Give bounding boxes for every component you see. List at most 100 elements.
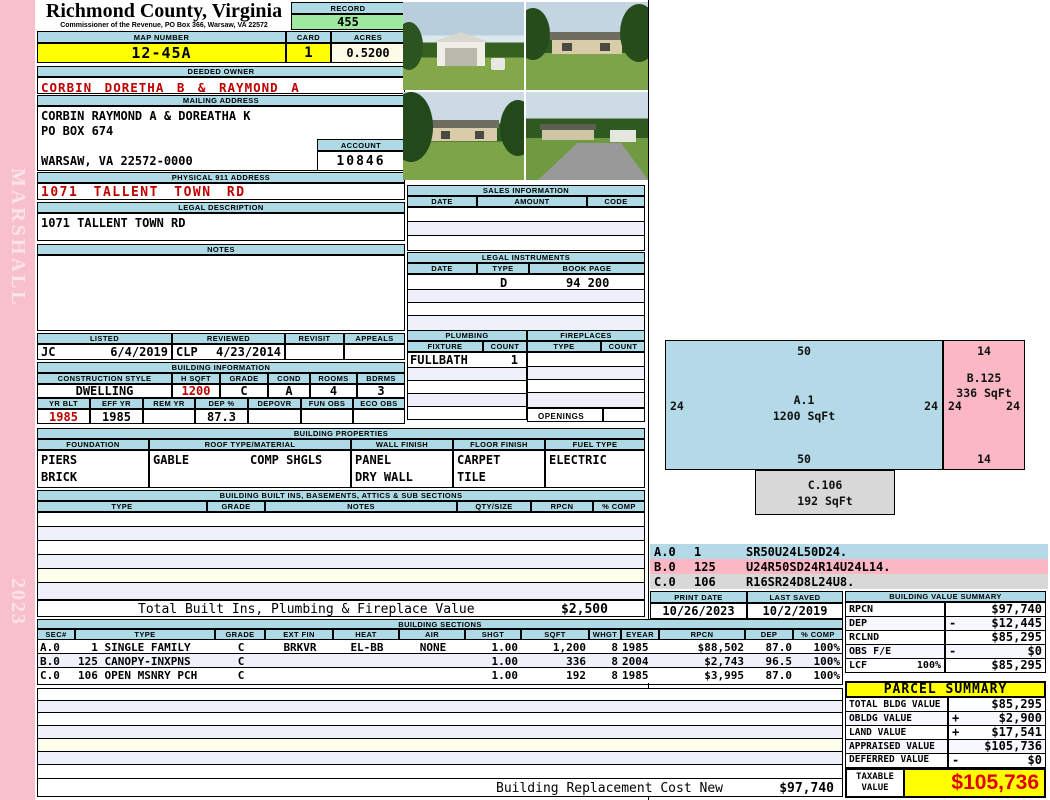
empty-row (38, 527, 644, 541)
empty-row (408, 208, 644, 222)
parcel-op: + (952, 711, 960, 725)
bvs-label-cell: RPCN (846, 603, 946, 616)
notes-field[interactable] (37, 255, 405, 331)
bs-eyear: 2004 (622, 654, 649, 668)
sketch-code-b-num: 125 (694, 559, 716, 574)
sketch-b-sqft: 336 SqFt (956, 386, 1012, 400)
bvs-value-cell: - $12,445 (946, 617, 1045, 630)
account-field[interactable]: 10846 (317, 151, 405, 171)
county-title-block: Richmond County, Virginia Commissioner o… (37, 1, 291, 31)
sketch-code-row-a: A.0 1 SR50U24L50D24. (650, 544, 1048, 559)
legal-instrument-row: D 94 200 (408, 275, 644, 290)
bs-air: NONE (419, 640, 447, 654)
sales-information-title: SALES INFORMATION (407, 185, 645, 196)
bs-col-sqft: SQFT (521, 629, 589, 640)
bs-dep: 96.5 (765, 654, 793, 668)
sketch-code-a-sec: A.0 (654, 544, 676, 559)
bvs-row: LCF 100% $85,295 (846, 659, 1045, 672)
account-header: ACCOUNT (317, 139, 405, 151)
empty-row (528, 393, 644, 407)
effyr-header: EFF YR (90, 398, 143, 409)
parcel-op: - (952, 753, 960, 767)
fuel-type-header: FUEL TYPE (545, 439, 645, 450)
parcel-summary-table: TOTAL BLDG VALUE $85,295 OBLDG VALUE + $2… (845, 698, 1046, 768)
record-field[interactable]: 455 (291, 14, 405, 30)
map-number-field[interactable]: 12-45A (37, 43, 286, 63)
bvs-label: RCLND (849, 632, 880, 643)
building-sections-title: BUILDING SECTIONS (37, 619, 843, 629)
empty-row (408, 290, 644, 303)
yrblt-value: 1985 (37, 409, 90, 424)
footer-value: $97,740 (779, 781, 834, 796)
revisit-cell (285, 344, 344, 360)
empty-row (38, 713, 842, 726)
sketch-code-c-sec: C.0 (654, 574, 676, 589)
bs-heat (334, 654, 400, 668)
parcel-value-cell: + $17,541 (949, 726, 1045, 739)
bs-heat: EL-BB (350, 640, 384, 654)
bvs-value: $97,740 (991, 602, 1042, 616)
building-section-row: A.0 1 SINGLE FAMILY C BRKVR EL-BB NONE 1… (38, 640, 842, 654)
dep-pct-header: DEP % (195, 398, 248, 409)
bs-air (400, 654, 466, 668)
empty-row (38, 726, 842, 739)
bs-extfin (266, 654, 334, 668)
parcel-row: APPRAISED VALUE $105,736 (846, 740, 1045, 754)
bvs-value: $0 (1027, 644, 1042, 658)
empty-row (38, 583, 644, 599)
parcel-row: LAND VALUE + $17,541 (846, 726, 1045, 740)
parcel-value-cell: + $2,900 (949, 712, 1045, 725)
bs-shgt: 1.00 (491, 668, 519, 682)
parcel-value: $2,900 (998, 711, 1042, 725)
legal-description-value: 1071 TALLENT TOWN RD (41, 216, 186, 230)
sales-col-amount: AMOUNT (477, 196, 587, 207)
cond-header: COND (268, 373, 310, 384)
fireplaces-col-count: COUNT (601, 341, 645, 352)
parcel-value-cell: $105,736 (949, 740, 1045, 753)
mailing-address-header: MAILING ADDRESS (37, 95, 405, 106)
bs-heat (334, 668, 400, 682)
bs-col-sec: SEC# (37, 629, 75, 640)
foundation-line-2: BRICK (41, 470, 78, 484)
built-ins-col-grade: GRADE (207, 501, 265, 512)
bvs-label: DEP (849, 618, 868, 629)
empty-row (408, 381, 526, 394)
parcel-label: APPRAISED VALUE (846, 740, 949, 753)
deeded-owner-field[interactable]: CORBIN DORETHA B & RAYMOND A (37, 77, 405, 95)
legal-row-type: D (500, 276, 508, 290)
listed-by: JC (41, 345, 56, 359)
print-date-value: 10/26/2023 (650, 603, 747, 619)
grade-value: C (220, 384, 268, 398)
wall-finish-line-2: DRY WALL (355, 470, 413, 484)
county-title: Richmond County, Virginia (45, 0, 283, 22)
bs-comp: 100% (813, 654, 841, 668)
empty-row (38, 541, 644, 555)
funobs-header: FUN OBS (301, 398, 353, 409)
parcel-value: $85,295 (991, 697, 1042, 711)
sketch-code-c-vector: R16SR24D8L24U8. (746, 574, 855, 589)
grade-header: GRADE (220, 373, 268, 384)
building-properties-title: BUILDING PROPERTIES (37, 428, 645, 439)
acres-field[interactable]: 0.5200 (331, 43, 405, 63)
footer-label: Building Replacement Cost New (496, 781, 723, 796)
mailing-line-2: PO BOX 674 (41, 124, 114, 138)
card-field[interactable]: 1 (286, 43, 331, 63)
sketch-a-dim-bottom: 50 (797, 452, 811, 466)
sketch-code-b-vector: U24R50SD24R14U24L14. (746, 559, 891, 574)
bs-shgt: 1.00 (491, 640, 519, 654)
remyr-value (143, 409, 195, 424)
legal-description-field[interactable]: 1071 TALLENT TOWN RD (37, 213, 405, 241)
bs-rpcn: $3,995 (704, 668, 744, 682)
sketch-b-dim-right: 24 (1006, 399, 1020, 413)
physical-address-field[interactable]: 1071 TALLENT TOWN RD (37, 183, 405, 200)
appeals-header: APPEALS (344, 333, 405, 344)
empty-row (38, 701, 842, 713)
bvs-label: RPCN (849, 604, 874, 615)
bs-dep: 87.0 (765, 668, 793, 682)
bvs-op: - (949, 616, 957, 630)
parcel-value-cell: $85,295 (949, 698, 1045, 711)
bdrms-header: BDRMS (357, 373, 405, 384)
physical-address-header: PHYSICAL 911 ADDRESS (37, 172, 405, 183)
bs-col-shgt: SHGT (465, 629, 521, 640)
bvs-row: RCLND $85,295 (846, 631, 1045, 645)
